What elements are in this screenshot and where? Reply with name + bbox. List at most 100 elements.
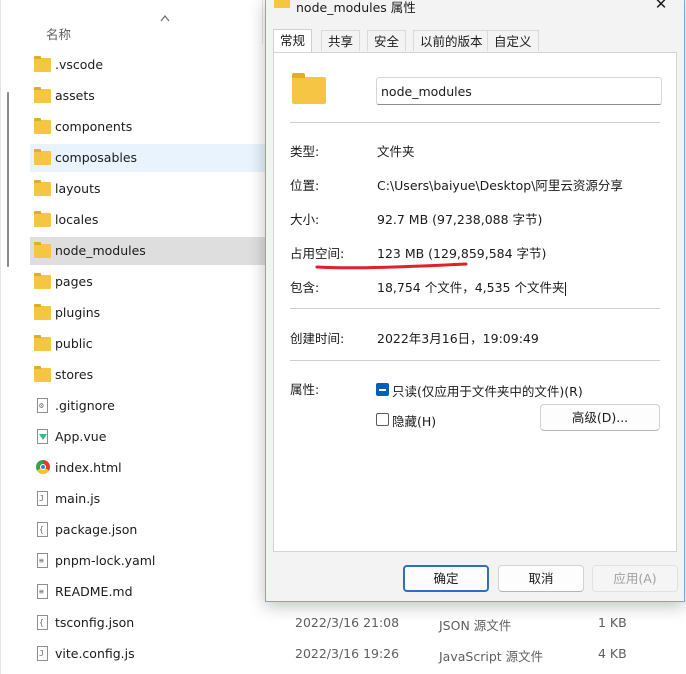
- location-value: C:\Users\baiyue\Desktop\阿里云资源分享: [377, 178, 623, 193]
- file-row[interactable]: plugins: [30, 299, 270, 327]
- readonly-checkbox[interactable]: [376, 383, 389, 396]
- file-name: components: [55, 119, 133, 134]
- file-row[interactable]: locales: [30, 206, 270, 234]
- hidden-checkbox[interactable]: [376, 413, 389, 426]
- file-row[interactable]: index.html: [30, 454, 270, 482]
- general-tab-panel: 类型: 文件夹 位置: C:\Users\baiyue\Desktop\阿里云资…: [273, 52, 677, 552]
- file-name: public: [55, 336, 93, 351]
- file-row[interactable]: Jvite.config.js: [30, 640, 270, 668]
- readonly-label[interactable]: 只读(仅应用于文件夹中的文件)(R): [392, 381, 583, 400]
- text-file-icon: ≡: [37, 584, 48, 599]
- chrome-icon: [36, 460, 50, 474]
- red-underline-annotation: [315, 262, 468, 270]
- advanced-button[interactable]: 高级(D)...: [540, 404, 660, 431]
- name-column-header[interactable]: 名称: [46, 24, 71, 43]
- text-file-icon: ≡: [37, 553, 48, 568]
- size-value: 92.7 MB (97,238,088 字节): [377, 212, 543, 227]
- file-name: vite.config.js: [55, 646, 135, 661]
- folder-icon: [274, 0, 290, 8]
- file-row[interactable]: public: [30, 330, 270, 358]
- file-row[interactable]: .vscode: [30, 51, 270, 79]
- file-name: locales: [55, 212, 99, 227]
- created-label: 创建时间:: [290, 331, 345, 346]
- close-button[interactable]: ✕: [638, 0, 684, 17]
- file-name: tsconfig.json: [55, 615, 135, 630]
- file-name: pnpm-lock.yaml: [55, 553, 156, 568]
- file-row[interactable]: App.vue: [30, 423, 270, 451]
- file-row[interactable]: components: [30, 113, 270, 141]
- contains-value: 18,754 个文件，4,535 个文件夹: [377, 280, 567, 296]
- file-name: assets: [55, 88, 95, 103]
- folder-icon: [34, 149, 51, 165]
- file-name: App.vue: [55, 429, 107, 444]
- folder-icon: [34, 335, 51, 351]
- tab-security[interactable]: 安全: [367, 30, 407, 51]
- json-file-icon: {: [37, 522, 48, 537]
- folder-icon: [34, 118, 51, 134]
- file-row[interactable]: { package.json: [30, 516, 270, 544]
- folder-icon: [34, 56, 51, 72]
- pane-divider: [0, 0, 1, 674]
- file-name: composables: [55, 150, 138, 165]
- js-file-icon: J: [37, 491, 48, 506]
- dialog-titlebar[interactable]: node_modules 属性 ✕: [266, 0, 684, 27]
- file-name: pages: [55, 274, 93, 289]
- hidden-label[interactable]: 隐藏(H): [392, 411, 436, 430]
- file-name: stores: [55, 367, 94, 382]
- file-type: JSON 源文件: [439, 618, 512, 633]
- folder-icon: [34, 180, 51, 196]
- created-value: 2022年3月16日，19:09:49: [377, 331, 539, 346]
- file-name: README.md: [55, 584, 133, 599]
- file-row[interactable]: assets: [30, 82, 270, 110]
- tab-general[interactable]: 常规: [273, 29, 313, 52]
- file-row[interactable]: Jmain.js: [30, 485, 270, 513]
- file-name: .vscode: [55, 57, 104, 72]
- properties-dialog: node_modules 属性 ✕ 常规 共享 安全 以前的版本 自定义 类型:…: [265, 0, 685, 602]
- json-file-icon: {: [37, 615, 48, 630]
- folder-icon: [34, 366, 51, 382]
- tab-sharing[interactable]: 共享: [321, 30, 361, 51]
- folder-icon: [34, 211, 51, 227]
- location-label: 位置:: [290, 178, 320, 193]
- folder-icon: [34, 304, 51, 320]
- apply-button[interactable]: 应用(A): [592, 565, 678, 592]
- vue-file-icon: [37, 429, 48, 444]
- file-name: main.js: [55, 491, 101, 506]
- nav-pane-scrollbar[interactable]: [7, 92, 9, 267]
- folder-icon: [34, 87, 51, 103]
- file-date: 2022/3/16 19:26: [295, 646, 400, 661]
- file-row[interactable]: layouts: [30, 175, 270, 203]
- file-row[interactable]: ⚙ .gitignore: [30, 392, 270, 420]
- folder-name-input[interactable]: [376, 77, 662, 105]
- file-row[interactable]: { tsconfig.json: [30, 609, 270, 637]
- file-name: index.html: [55, 460, 122, 475]
- file-row[interactable]: ≡ pnpm-lock.yaml: [30, 547, 270, 575]
- file-row[interactable]: stores: [30, 361, 270, 389]
- attributes-label: 属性:: [290, 382, 320, 397]
- divider: [290, 360, 660, 361]
- sort-ascending-icon[interactable]: [158, 12, 172, 24]
- column-separator[interactable]: [262, 0, 263, 44]
- js-file-icon: J: [37, 646, 48, 661]
- file-name: plugins: [55, 305, 101, 320]
- file-date: 2022/3/16 21:08: [295, 615, 400, 630]
- folder-icon: [34, 242, 51, 258]
- type-label: 类型:: [290, 144, 320, 159]
- file-name: node_modules: [55, 243, 146, 258]
- cancel-button[interactable]: 取消: [498, 565, 584, 592]
- divider: [290, 308, 660, 309]
- file-row[interactable]: composables: [30, 144, 270, 172]
- file-row[interactable]: ≡ README.md: [30, 578, 270, 606]
- divider: [290, 122, 660, 123]
- file-row[interactable]: pages: [30, 268, 270, 296]
- type-value: 文件夹: [377, 144, 415, 159]
- file-name: layouts: [55, 181, 101, 196]
- tab-previous-versions[interactable]: 以前的版本: [413, 30, 490, 51]
- ok-button[interactable]: 确定: [403, 565, 489, 592]
- size-label: 大小:: [290, 212, 320, 227]
- file-name: package.json: [55, 522, 138, 537]
- tab-customize[interactable]: 自定义: [487, 30, 539, 51]
- file-row[interactable]: node_modules: [30, 237, 270, 265]
- dialog-title: node_modules 属性: [296, 0, 416, 15]
- file-name: .gitignore: [55, 398, 115, 413]
